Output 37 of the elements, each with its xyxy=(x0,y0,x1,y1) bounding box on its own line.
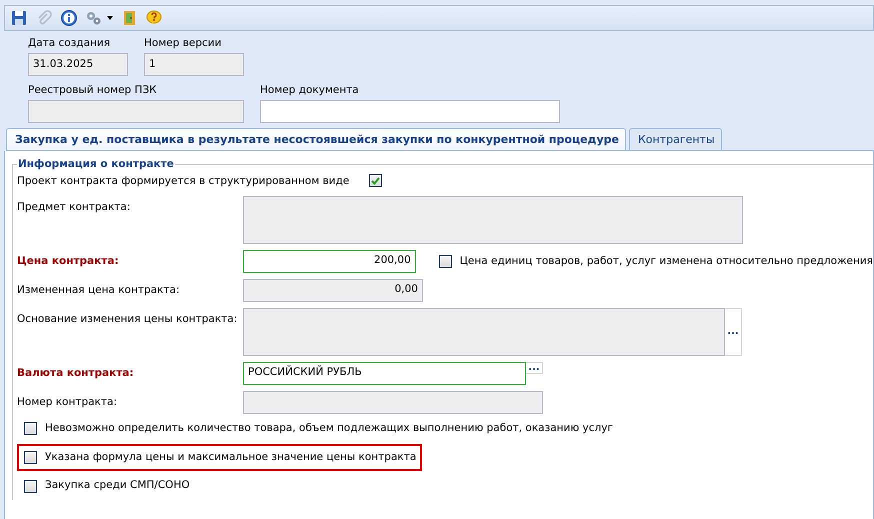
lookup-button[interactable]: ... xyxy=(526,362,543,374)
tab[interactable]: Закупка у ед. поставщика в результате несостоявшейся закупки по конкурентной процедуре xyxy=(6,128,626,150)
input-field[interactable]: 200,00 xyxy=(243,250,416,273)
checkbox-label: Цена единиц товаров, работ, услуг изменена относительно предложения xyxy=(460,254,873,269)
caret-icon[interactable] xyxy=(107,16,113,20)
help-icon[interactable] xyxy=(145,9,163,27)
input-field[interactable]: 31.03.2025 xyxy=(28,53,128,76)
input-field[interactable] xyxy=(260,100,560,123)
input-field[interactable] xyxy=(243,390,543,414)
field-label: Номер контракта: xyxy=(17,394,118,410)
lookup-button[interactable]: ... xyxy=(725,308,742,356)
field-label: Дата создания xyxy=(28,37,112,50)
input-field[interactable] xyxy=(28,100,244,123)
input-field[interactable]: РОССИЙСКИЙ РУБЛЬ xyxy=(243,362,526,385)
field-label: Реестровый номер ПЗК xyxy=(28,84,158,97)
checkbox[interactable] xyxy=(24,480,37,493)
tab[interactable]: Контрагенты xyxy=(628,128,722,150)
checkbox-label: Указана формула цены и максимальное значение цены контракта xyxy=(45,450,416,464)
checkbox[interactable] xyxy=(24,450,37,464)
field-label: Основание изменения цены контракта: xyxy=(17,312,238,327)
field-label: Номер документа xyxy=(260,84,360,97)
checkbox-label: Закупка среди СМП/СОНО xyxy=(45,478,190,494)
checkbox[interactable] xyxy=(369,174,382,187)
section-title: Информация о контракте xyxy=(17,157,175,171)
field-label: Цена контракта: xyxy=(17,254,120,269)
input-field[interactable]: 1 xyxy=(144,53,244,76)
field-label: Проект контракта формируется в структурированном виде xyxy=(17,174,350,189)
checkbox-label: Невозможно определить количество товара, объем подлежащих выполнению работ, оказанию услуг xyxy=(45,420,613,436)
field-label: Измененная цена контракта: xyxy=(17,282,180,298)
save-icon[interactable] xyxy=(10,9,28,27)
checkbox[interactable] xyxy=(24,422,37,436)
checkbox[interactable] xyxy=(438,255,452,268)
field-label: Предмет контракта: xyxy=(17,200,132,215)
input-field[interactable]: 0,00 xyxy=(243,278,423,302)
info-icon[interactable] xyxy=(60,9,78,27)
field-label: Номер версии xyxy=(144,37,222,50)
field-label: Валюта контракта: xyxy=(17,366,135,381)
